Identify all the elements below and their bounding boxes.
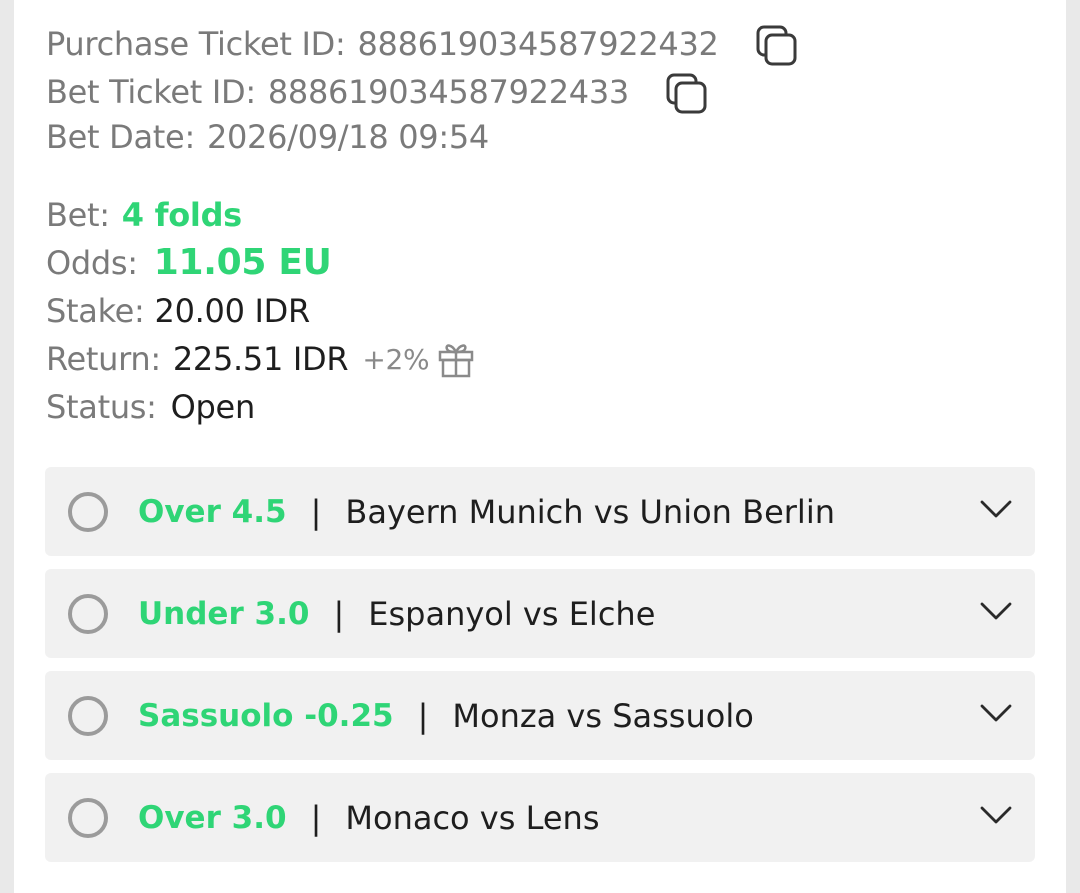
bet-ticket-label: Bet Ticket ID:	[46, 73, 256, 111]
leg-pick: Over 3.0	[138, 799, 287, 836]
leg-separator: |	[333, 594, 345, 633]
bet-date-row: Bet Date: 2026/09/18 09:54	[46, 118, 489, 156]
leg-match: Monaco vs Lens	[345, 798, 600, 837]
stake-row: Stake: 20.00 IDR	[46, 292, 310, 330]
stake-value: 20.00 IDR	[154, 292, 311, 330]
leg-match: Monza vs Sassuolo	[452, 696, 754, 735]
gift-icon[interactable]	[437, 340, 475, 378]
bet-type-value: 4 folds	[121, 196, 242, 234]
bet-ticket-row: Bet Ticket ID: 888619034587922433	[46, 70, 709, 114]
chevron-down-icon[interactable]	[979, 600, 1013, 622]
return-bonus: +2%	[362, 342, 430, 376]
status-row: Status: Open	[46, 388, 255, 426]
bet-ticket-id: 888619034587922433	[267, 73, 629, 111]
odds-row: Odds: 11.05 EU	[46, 242, 332, 283]
return-value: 225.51 IDR	[172, 340, 349, 378]
leg-match: Espanyol vs Elche	[368, 594, 656, 633]
leg-status-circle-icon	[68, 797, 108, 838]
leg-separator: |	[310, 798, 322, 837]
leg-status-circle-icon	[68, 593, 108, 634]
bet-date-value: 2026/09/18 09:54	[206, 118, 489, 156]
purchase-ticket-row: Purchase Ticket ID: 888619034587922432	[46, 22, 799, 66]
return-row: Return: 225.51 IDR +2%	[46, 340, 475, 378]
bet-detail-card: Purchase Ticket ID: 888619034587922432 B…	[14, 0, 1066, 893]
odds-label: Odds:	[46, 243, 138, 282]
bet-leg-row[interactable]: Over 3.0 | Monaco vs Lens	[45, 773, 1035, 862]
leg-pick: Over 4.5	[138, 493, 287, 530]
chevron-down-icon[interactable]	[979, 804, 1013, 826]
leg-pick: Under 3.0	[138, 595, 310, 632]
leg-status-circle-icon	[68, 491, 108, 532]
bet-leg-row[interactable]: Sassuolo -0.25 | Monza vs Sassuolo	[45, 671, 1035, 760]
bet-type-label: Bet:	[46, 196, 110, 234]
return-label: Return:	[46, 340, 161, 378]
chevron-down-icon[interactable]	[979, 498, 1013, 520]
copy-icon[interactable]	[755, 24, 799, 68]
purchase-ticket-id: 888619034587922432	[357, 25, 719, 63]
status-label: Status:	[46, 388, 157, 426]
stake-label: Stake:	[46, 292, 145, 330]
status-value: Open	[170, 388, 256, 426]
leg-separator: |	[310, 492, 322, 531]
leg-pick: Sassuolo -0.25	[138, 697, 394, 734]
chevron-down-icon[interactable]	[979, 702, 1013, 724]
leg-match: Bayern Munich vs Union Berlin	[345, 492, 835, 531]
odds-value: 11.05 EU	[153, 242, 332, 283]
bet-type-row: Bet: 4 folds	[46, 196, 242, 234]
leg-separator: |	[417, 696, 429, 735]
leg-status-circle-icon	[68, 695, 108, 736]
purchase-ticket-label: Purchase Ticket ID:	[46, 25, 346, 63]
bet-leg-row[interactable]: Over 4.5 | Bayern Munich vs Union Berlin	[45, 467, 1035, 556]
bet-date-label: Bet Date:	[46, 118, 195, 156]
bet-leg-row[interactable]: Under 3.0 | Espanyol vs Elche	[45, 569, 1035, 658]
copy-icon[interactable]	[665, 72, 709, 116]
